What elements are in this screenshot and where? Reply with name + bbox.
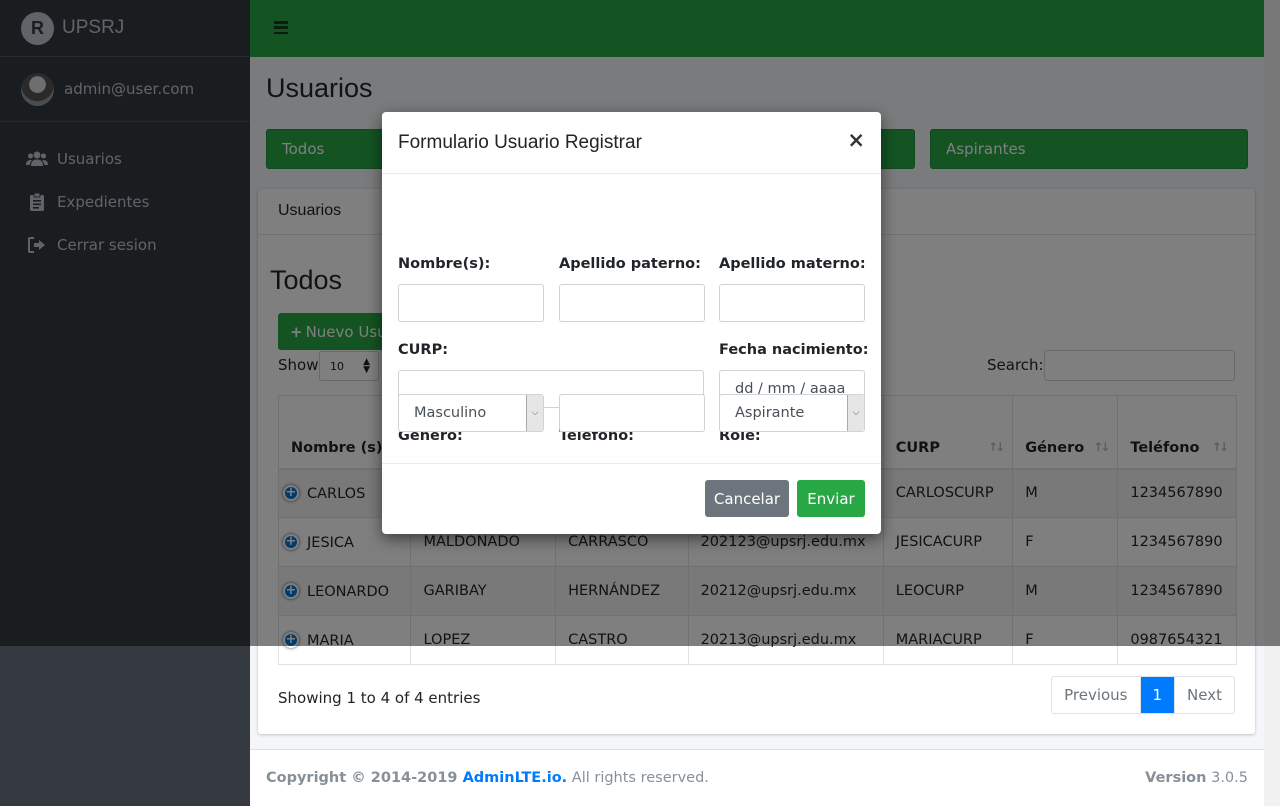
apellido-paterno-field[interactable] — [559, 284, 705, 322]
telefono-field[interactable] — [559, 394, 705, 432]
page-1-button[interactable]: 1 — [1140, 677, 1176, 713]
cancel-button[interactable]: Cancelar — [705, 480, 789, 517]
pagination: Previous 1 Next — [1051, 676, 1235, 714]
send-button[interactable]: Enviar — [797, 480, 865, 517]
fecha-label: Fecha nacimiento: — [719, 342, 869, 358]
close-icon[interactable]: × — [847, 128, 865, 152]
modal-title: Formulario Usuario Registrar — [398, 131, 642, 153]
apellido-materno-field[interactable] — [719, 284, 865, 322]
table-info: Showing 1 to 4 of 4 entries — [278, 689, 481, 707]
apellido-paterno-label: Apellido paterno: — [559, 256, 701, 272]
genero-select[interactable]: Masculino ⌵ — [398, 394, 544, 432]
nombre-label: Nombre(s): — [398, 256, 491, 272]
modal-footer: Cancelar Enviar — [382, 464, 881, 533]
footer: Copyright © 2014-2019 AdminLTE.io. All r… — [250, 749, 1264, 806]
copyright: Copyright © 2014-2019 AdminLTE.io. All r… — [266, 770, 709, 786]
apellido-materno-label: Apellido materno: — [719, 256, 866, 272]
role-select[interactable]: Aspirante ⌵ — [719, 394, 865, 432]
version-info: Version 3.0.5 — [1145, 770, 1248, 786]
chevron-down-icon: ⌵ — [847, 395, 864, 431]
modal-header: Formulario Usuario Registrar × — [382, 112, 881, 174]
role-value: Aspirante — [735, 405, 805, 421]
curp-label: CURP: — [398, 342, 449, 358]
previous-page-button[interactable]: Previous — [1052, 677, 1141, 713]
adminlte-link[interactable]: AdminLTE.io. — [463, 770, 568, 786]
nombre-field[interactable] — [398, 284, 544, 322]
genero-value: Masculino — [414, 405, 487, 421]
next-page-button[interactable]: Next — [1175, 677, 1234, 713]
register-user-modal: Formulario Usuario Registrar × Nombre(s)… — [382, 112, 881, 534]
chevron-down-icon: ⌵ — [526, 395, 543, 431]
